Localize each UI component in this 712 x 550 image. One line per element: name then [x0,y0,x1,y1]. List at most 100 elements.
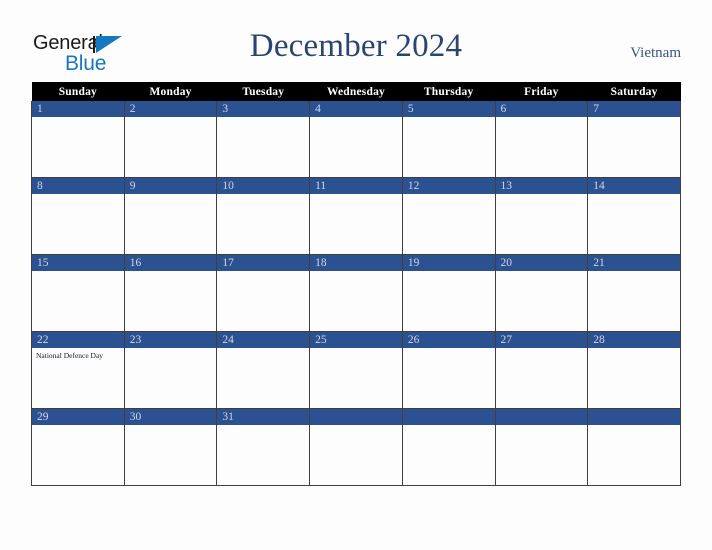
calendar-day-cell[interactable]: 17 [216,254,311,332]
day-number: 30 [124,409,217,425]
day-events [125,425,217,428]
day-number: 13 [495,178,588,194]
day-cell-inner: 14 [588,178,680,254]
day-events [496,194,588,197]
day-cell-inner: 11 [310,178,402,254]
day-number: 4 [310,101,402,117]
calendar-day-cell[interactable]: 10 [216,177,311,255]
calendar-day-cell[interactable]: 13 [494,177,589,255]
calendar-week-row: 1234567 [31,101,681,178]
calendar-day-cell[interactable] [309,408,403,486]
day-cell-inner: 26 [402,332,495,408]
calendar-day-cell[interactable]: 15 [31,254,125,332]
day-events [217,117,309,120]
calendar-day-cell[interactable]: 30 [123,408,218,486]
day-number: 9 [124,178,217,194]
calendar-day-cell[interactable] [494,408,589,486]
day-events [403,117,495,120]
day-number: 19 [402,255,495,271]
holiday-label: National Defence Day [36,351,104,360]
calendar-day-cell[interactable]: 4 [309,101,403,178]
day-events: National Defence Day [32,348,124,361]
day-events [403,348,495,351]
day-number [310,409,402,425]
calendar-day-cell[interactable]: 3 [216,101,311,178]
day-cell-inner: 4 [310,101,402,177]
day-cell-inner: 21 [588,255,680,331]
calendar-day-cell[interactable]: 2 [123,101,218,178]
calendar-day-cell[interactable]: 12 [401,177,496,255]
calendar-day-cell[interactable]: 26 [401,331,496,409]
weekday-header-friday: Friday [495,82,588,101]
calendar-day-cell[interactable]: 1 [31,101,125,178]
day-number: 14 [588,178,680,194]
day-number: 24 [217,332,310,348]
day-number: 1 [32,101,124,117]
day-number: 5 [402,101,495,117]
calendar-week-row: 22 National Defence Day 23 24 25 26 27 28 [31,331,681,409]
day-cell-inner: 20 [495,255,588,331]
calendar-day-cell[interactable]: 9 [123,177,218,255]
calendar-day-cell[interactable] [587,408,681,486]
calendar-day-cell[interactable]: 7 [587,101,681,178]
day-events [125,194,217,197]
day-events [310,117,402,120]
calendar-day-cell[interactable]: 8 [31,177,125,255]
day-number: 3 [217,101,310,117]
calendar-day-cell[interactable]: 27 [494,331,589,409]
day-events [32,117,124,120]
day-events [217,194,309,197]
calendar-day-cell[interactable]: 24 [216,331,311,409]
day-number: 20 [495,255,588,271]
calendar-day-cell[interactable]: 31 [216,408,311,486]
day-events [32,425,124,428]
day-events [125,271,217,274]
day-number: 11 [310,178,402,194]
day-number: 7 [588,101,680,117]
day-events [588,425,680,428]
day-cell-inner: 22 National Defence Day [32,332,124,408]
calendar-day-cell[interactable]: 16 [123,254,218,332]
calendar-day-cell[interactable]: 11 [309,177,403,255]
calendar-day-cell[interactable]: 14 [587,177,681,255]
day-cell-inner: 5 [402,101,495,177]
calendar-day-cell[interactable]: 5 [401,101,496,178]
calendar-week-row: 8 9 10 11 12 13 14 [31,177,681,255]
calendar-day-cell[interactable]: 18 [309,254,403,332]
day-number: 8 [32,178,124,194]
day-number [588,409,680,425]
day-number: 22 [32,332,124,348]
day-events [310,348,402,351]
day-number: 6 [495,101,588,117]
calendar-day-cell[interactable]: 20 [494,254,589,332]
calendar-day-cell[interactable]: 23 [123,331,218,409]
calendar-day-cell[interactable]: 25 [309,331,403,409]
day-events [588,348,680,351]
day-events [310,271,402,274]
calendar-day-cell[interactable]: 28 [587,331,681,409]
calendar-week-row: 15 16 17 18 19 20 21 [31,254,681,332]
weekday-header-sunday: Sunday [31,82,125,101]
calendar-body: 1 2 3 4 5 6 7 8 9 10 11 12 13 14 15 16 17 18 19 20 21 22 Natio… [31,101,681,486]
calendar-day-cell[interactable]: 22 National Defence Day [31,331,125,409]
calendar-day-cell[interactable] [401,408,496,486]
weekday-header-tuesday: Tuesday [216,82,310,101]
day-cell-inner: 23 [124,332,217,408]
day-cell-inner: 7 [588,101,680,177]
day-number: 28 [588,332,680,348]
calendar-day-cell[interactable]: 29 [31,408,125,486]
day-number: 23 [124,332,217,348]
day-number [402,409,495,425]
day-cell-inner [310,409,402,485]
day-number: 29 [32,409,124,425]
calendar-day-cell[interactable]: 6 [494,101,589,178]
calendar-week-row: 29 30 31 [31,408,681,486]
day-number: 31 [217,409,310,425]
day-events [588,117,680,120]
day-events [217,425,309,428]
day-cell-inner: 28 [588,332,680,408]
calendar-day-cell[interactable]: 19 [401,254,496,332]
day-number [495,409,588,425]
calendar-day-cell[interactable]: 21 [587,254,681,332]
day-cell-inner: 30 [124,409,217,485]
